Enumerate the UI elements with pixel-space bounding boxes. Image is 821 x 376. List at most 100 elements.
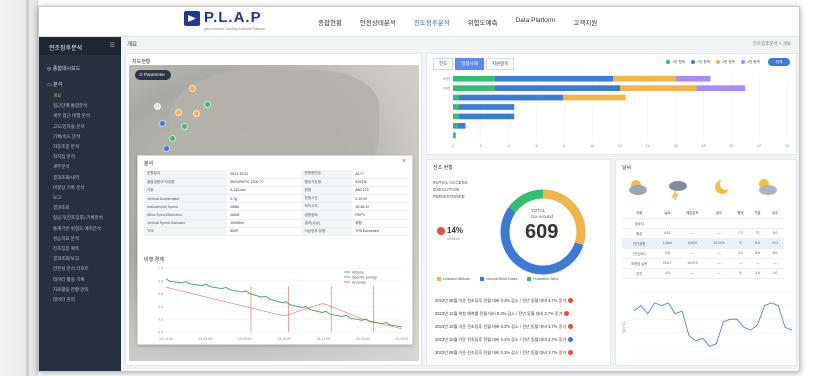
table-row[interactable]: 인천(SE) 4.5— —3.0 8.8 8.0: [622, 248, 784, 259]
bar-segment: [620, 85, 697, 91]
table-row[interactable]: 인천공항 1.01m 10000 10.21% 9 9.6 +0.2: [622, 238, 784, 249]
column-header: 습도: [706, 208, 732, 219]
map-marker[interactable]: [175, 109, 182, 116]
sidebar-item[interactable]: 세부 접근 비행 분석: [53, 113, 90, 119]
map-marker[interactable]: [159, 120, 166, 127]
sidebar-item[interactable]: 통계기반 위험도 예측분석: [53, 226, 101, 232]
sidebar-item[interactable]: 항공기(전조징후) 기록분석: [53, 215, 103, 221]
status-dot-icon: [568, 337, 574, 343]
chart-tab[interactable]: 발생사례: [455, 58, 484, 70]
nav-item[interactable]: 고객지원: [564, 17, 606, 27]
sidebar-item[interactable]: 자료활용 현황 관리: [53, 287, 89, 293]
table-cell: 4.5: [656, 248, 679, 259]
field-label: TPA: [144, 227, 228, 237]
notice-item[interactable]: 2023년 10월 기준 전조징후 전월 대비 0.2% 감소 / 전년 동월 …: [435, 324, 574, 330]
bar-segment: [453, 132, 456, 139]
table-cell: —: [706, 248, 732, 259]
sidebar-item[interactable]: 개요: [53, 93, 61, 99]
notice-item[interactable]: 2023년 08월 기준 전조징후 전월 대비 0.2% 감소 / 전년 동월 …: [435, 350, 574, 356]
field-label: Vertical Acceleration: [144, 194, 228, 204]
sidebar-item[interactable]: 비정상 기록 분석: [53, 185, 84, 191]
field-value: 10:48:42: [352, 202, 408, 212]
sidebar-item[interactable]: 결과조회: [53, 205, 70, 211]
notice-item[interactable]: 2023년 08월 기준 전조징후 전월 대비 0.2% 감소 / 전년 동월 …: [435, 298, 574, 304]
sidebar-item[interactable]: 기체/속도 분석: [53, 134, 80, 140]
temperature-line-chart: 기온(℃): [621, 291, 793, 361]
sidebar-item[interactable]: 안전성 분석 리포트: [53, 266, 89, 272]
sidebar-group[interactable]: ◎ 종합대시보드: [47, 65, 80, 72]
sidebar-group[interactable]: ▭ 분석: [47, 81, 62, 88]
table-cell: [656, 218, 679, 229]
total-label: TOTAL: [531, 208, 546, 213]
nav-item[interactable]: Data Platform: [507, 17, 565, 27]
map-marker[interactable]: [169, 135, 176, 142]
field-label: 공항정보: [301, 210, 353, 220]
sidebar-item[interactable]: 성능지표 분석: [53, 236, 79, 242]
field-value: ABC123: [352, 186, 408, 196]
table-row[interactable]: 월성 A1S — —7.2 72 5.0: [622, 228, 784, 239]
y-tick-label: 0.2: [158, 318, 163, 322]
notice-item[interactable]: 2023년 12월 위험 예측률 전월 대비 0.2% 감소 / 전년 동월 대…: [435, 311, 570, 317]
sidebar-item[interactable]: 데이터 관리: [53, 297, 75, 303]
table-row: 운항일자 2021.10.01 운항편번호 A1??: [144, 170, 408, 179]
bar-segment: [613, 75, 676, 82]
sidebar-item[interactable]: 접근단계 통합분석: [53, 103, 87, 109]
breadcrumb-path[interactable]: 전조징후분석 > 개요: [753, 41, 791, 47]
main-menu: 종합현황 안전상태분석 진도정후분석 위험도예측 Data Platform 고객지원: [309, 17, 606, 27]
bar-segment: [458, 104, 515, 110]
table-cell: 8.8: [749, 248, 767, 259]
legend-label: Anomaly: [352, 280, 366, 284]
sidebar-item[interactable]: 자동조종 분석: [53, 144, 79, 150]
table-cell: 10000: [678, 238, 707, 249]
legend-dot: [480, 277, 485, 282]
table-row[interactable]: 경상지: [622, 218, 784, 229]
table-cell: 9.6: [749, 238, 767, 249]
sidebar-item[interactable]: 착지점 분석: [53, 154, 75, 160]
sidebar-item[interactable]: 세부분석: [53, 164, 70, 170]
table-row: 기종 A-321neo 편명 ABC123: [144, 186, 408, 196]
column-header: 날씨: [656, 208, 679, 219]
map-view[interactable]: ⊙ Parameter 분석 × 운항일자 2021.10.01 운항편번호 A1??…: [129, 65, 419, 361]
sidebar-item[interactable]: 전조징후 예측: [53, 246, 79, 252]
notice-text: 2023년 12월 위험 예측률 전월 대비 0.2% 감소 / 전년 동월 대…: [435, 311, 563, 316]
table-header-row: 지점 날씨 체감온도 습도 풍속 기압 강수: [622, 208, 784, 219]
sidebar-item[interactable]: 보고: [53, 195, 61, 201]
plane-logo-icon: [184, 11, 200, 26]
x-tick-label: 4: [508, 144, 510, 148]
nav-item[interactable]: 위험도예측: [459, 17, 507, 27]
table-cell: —: [706, 258, 732, 269]
parameter-button[interactable]: ⊙ Parameter: [135, 70, 172, 80]
x-tick-label: 14:18:00: [356, 337, 370, 341]
nav-item[interactable]: 안전상태분석: [351, 17, 405, 27]
sidebar-item[interactable]: 결과조회/내역: [53, 175, 79, 181]
chart-tab[interactable]: 지원항목: [485, 58, 515, 70]
bar-segment: [675, 75, 711, 82]
map-marker[interactable]: [163, 145, 170, 152]
map-marker[interactable]: [193, 110, 200, 117]
x-tick-label: 14:19:00: [395, 337, 408, 341]
logo[interactable]: P.L.A.P pilot oriented Landing Analysis …: [184, 9, 304, 34]
collapse-icon[interactable]: ☰: [110, 42, 115, 49]
map-marker[interactable]: [154, 103, 161, 110]
map-marker[interactable]: [189, 85, 196, 92]
table-cell: 인천공항: [622, 238, 657, 249]
series-line: [165, 278, 403, 328]
sidebar-item[interactable]: 데이터 활용 기록: [53, 277, 84, 283]
legend-item: 3번 항목: [716, 60, 735, 65]
notice-item[interactable]: 2023년 10월 기준 전조징후 전월 대비 0.2% 감소 / 전년 동월 …: [435, 337, 574, 343]
map-marker[interactable]: [204, 101, 211, 108]
table-row[interactable]: 조종장 실측 HOLT 1019.9— — — —: [622, 258, 784, 269]
table-row[interactable]: 인천 4.5— —8 3.6 4.0: [622, 268, 784, 279]
close-icon[interactable]: ×: [402, 158, 406, 165]
sidebar-item[interactable]: 결과조회/보고: [53, 256, 79, 262]
bar-chart-legend: 1번 항목 2번 항목 3번 항목 4번 항목: [666, 60, 760, 65]
nav-item[interactable]: 진도정후분석: [405, 17, 459, 27]
view-toggle-button[interactable]: 전체: [768, 58, 790, 66]
nav-item[interactable]: 종합현황: [309, 17, 351, 27]
field-label: 결과(사유): [301, 219, 353, 228]
table-cell: [766, 218, 784, 229]
sidebar-item[interactable]: 고도/강하율 분석: [53, 124, 84, 130]
map-marker[interactable]: [181, 123, 188, 130]
chart-tab[interactable]: 전도: [433, 58, 454, 70]
y-tick-label: 0.8: [158, 279, 163, 283]
